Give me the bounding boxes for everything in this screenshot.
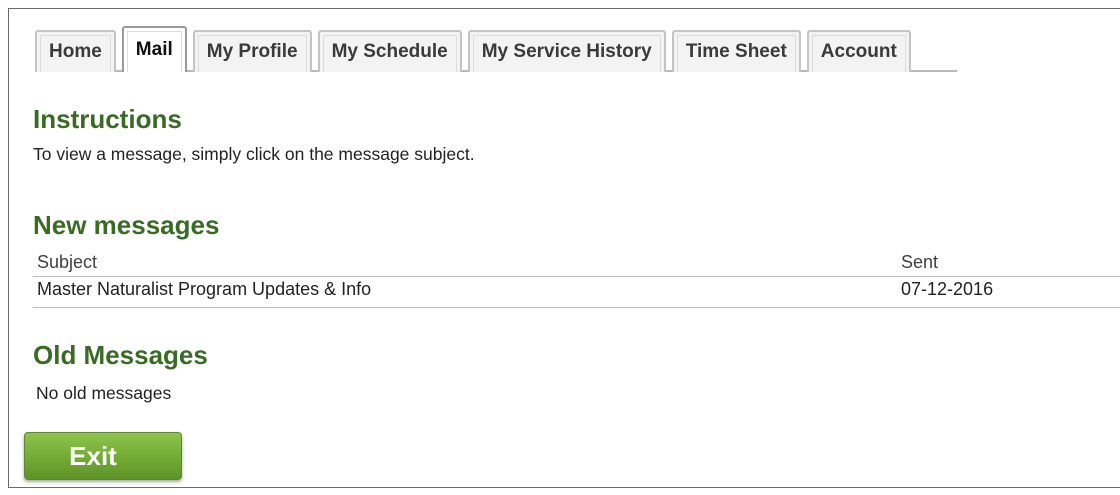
instructions-heading: Instructions	[33, 104, 182, 134]
table-header-row: Subject Sent	[33, 250, 1120, 277]
old-messages-heading: Old Messages	[33, 340, 208, 370]
tab-bar: Home Mail My Profile My Schedule My Serv…	[35, 26, 957, 72]
column-header-subject: Subject	[37, 252, 98, 272]
instructions-text: To view a message, simply click on the m…	[33, 144, 475, 164]
table-row: Master Naturalist Program Updates & Info…	[33, 277, 1120, 308]
old-messages-empty-text: No old messages	[36, 383, 172, 403]
page-frame	[8, 8, 1120, 488]
tab-my-service-history[interactable]: My Service History	[467, 30, 666, 72]
tab-account[interactable]: Account	[806, 30, 911, 72]
tab-mail[interactable]: Mail	[121, 26, 187, 72]
message-sent-date: 07-12-2016	[901, 279, 994, 299]
new-messages-heading: New messages	[33, 210, 220, 240]
tab-my-schedule[interactable]: My Schedule	[317, 30, 462, 72]
tab-time-sheet[interactable]: Time Sheet	[671, 30, 801, 72]
new-messages-table: Subject Sent Master Naturalist Program U…	[33, 250, 1120, 308]
column-header-sent: Sent	[901, 252, 939, 272]
message-subject-link[interactable]: Master Naturalist Program Updates & Info	[37, 279, 371, 300]
tab-home[interactable]: Home	[35, 30, 116, 72]
exit-button[interactable]: Exit	[24, 432, 182, 480]
tab-my-profile[interactable]: My Profile	[192, 30, 312, 72]
